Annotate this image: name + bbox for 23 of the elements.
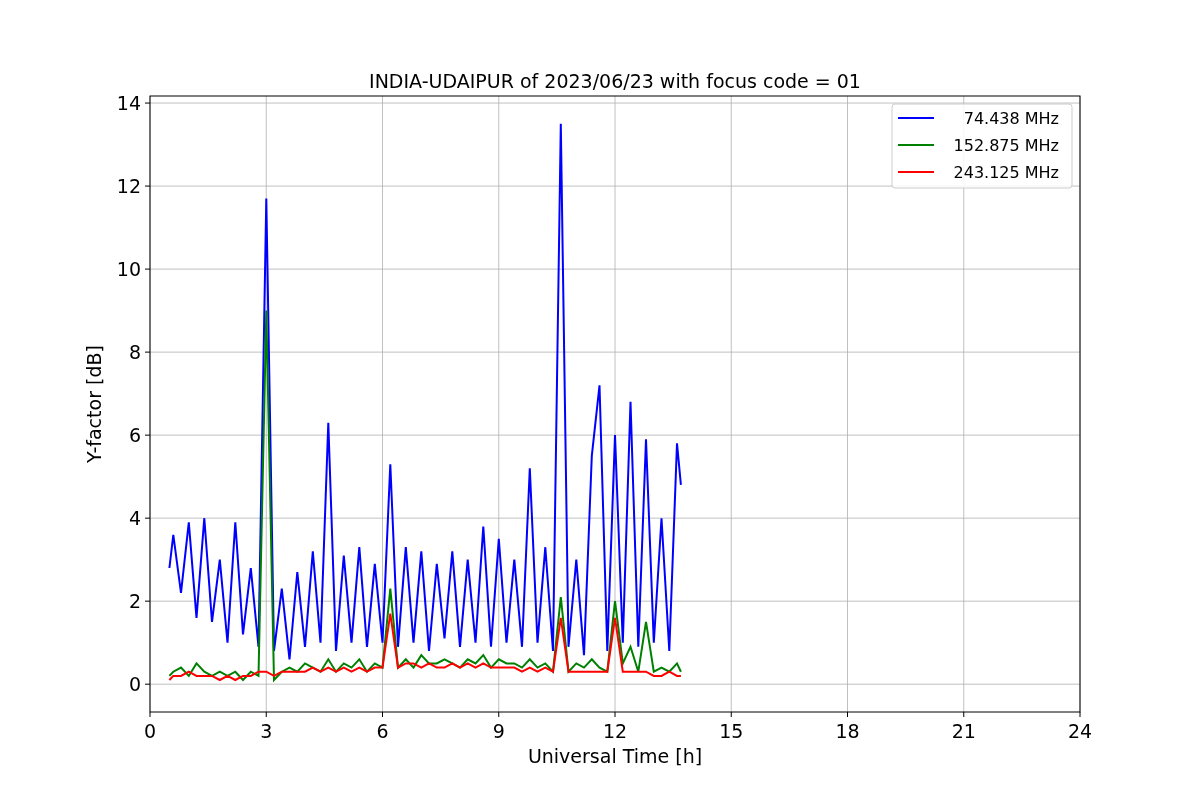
y-tick-label: 10 <box>116 258 141 281</box>
y-axis-label: Y-factor [dB] <box>83 345 105 463</box>
legend-label: 74.438 MHz <box>963 109 1059 128</box>
x-axis-label: Universal Time [h] <box>527 745 703 767</box>
y-tick-label: 4 <box>128 507 141 530</box>
x-tick-label: 9 <box>492 720 505 742</box>
y-tick-label: 6 <box>128 424 141 447</box>
y-tick-label: 12 <box>116 175 141 198</box>
x-tick-label: 12 <box>602 720 628 742</box>
chart-title: INDIA-UDAIPUR of 2023/06/23 with focus code = 01 <box>369 70 861 92</box>
x-tick-label: 21 <box>951 720 976 742</box>
x-tick-label: 18 <box>835 720 860 742</box>
legend-label: 152.875 MHz <box>953 136 1059 155</box>
x-tick-label: 6 <box>376 720 389 742</box>
y-tick-label: 2 <box>128 590 141 613</box>
x-tick-label: 15 <box>719 720 744 742</box>
legend-label: 243.125 MHz <box>953 163 1059 182</box>
x-tick-label: 3 <box>260 720 273 742</box>
x-tick-label: 0 <box>143 720 157 742</box>
y-tick-label: 8 <box>128 341 141 364</box>
y-tick-label: 14 <box>116 92 141 115</box>
y-tick-label: 0 <box>128 673 141 696</box>
x-tick-label: 24 <box>1067 720 1093 742</box>
